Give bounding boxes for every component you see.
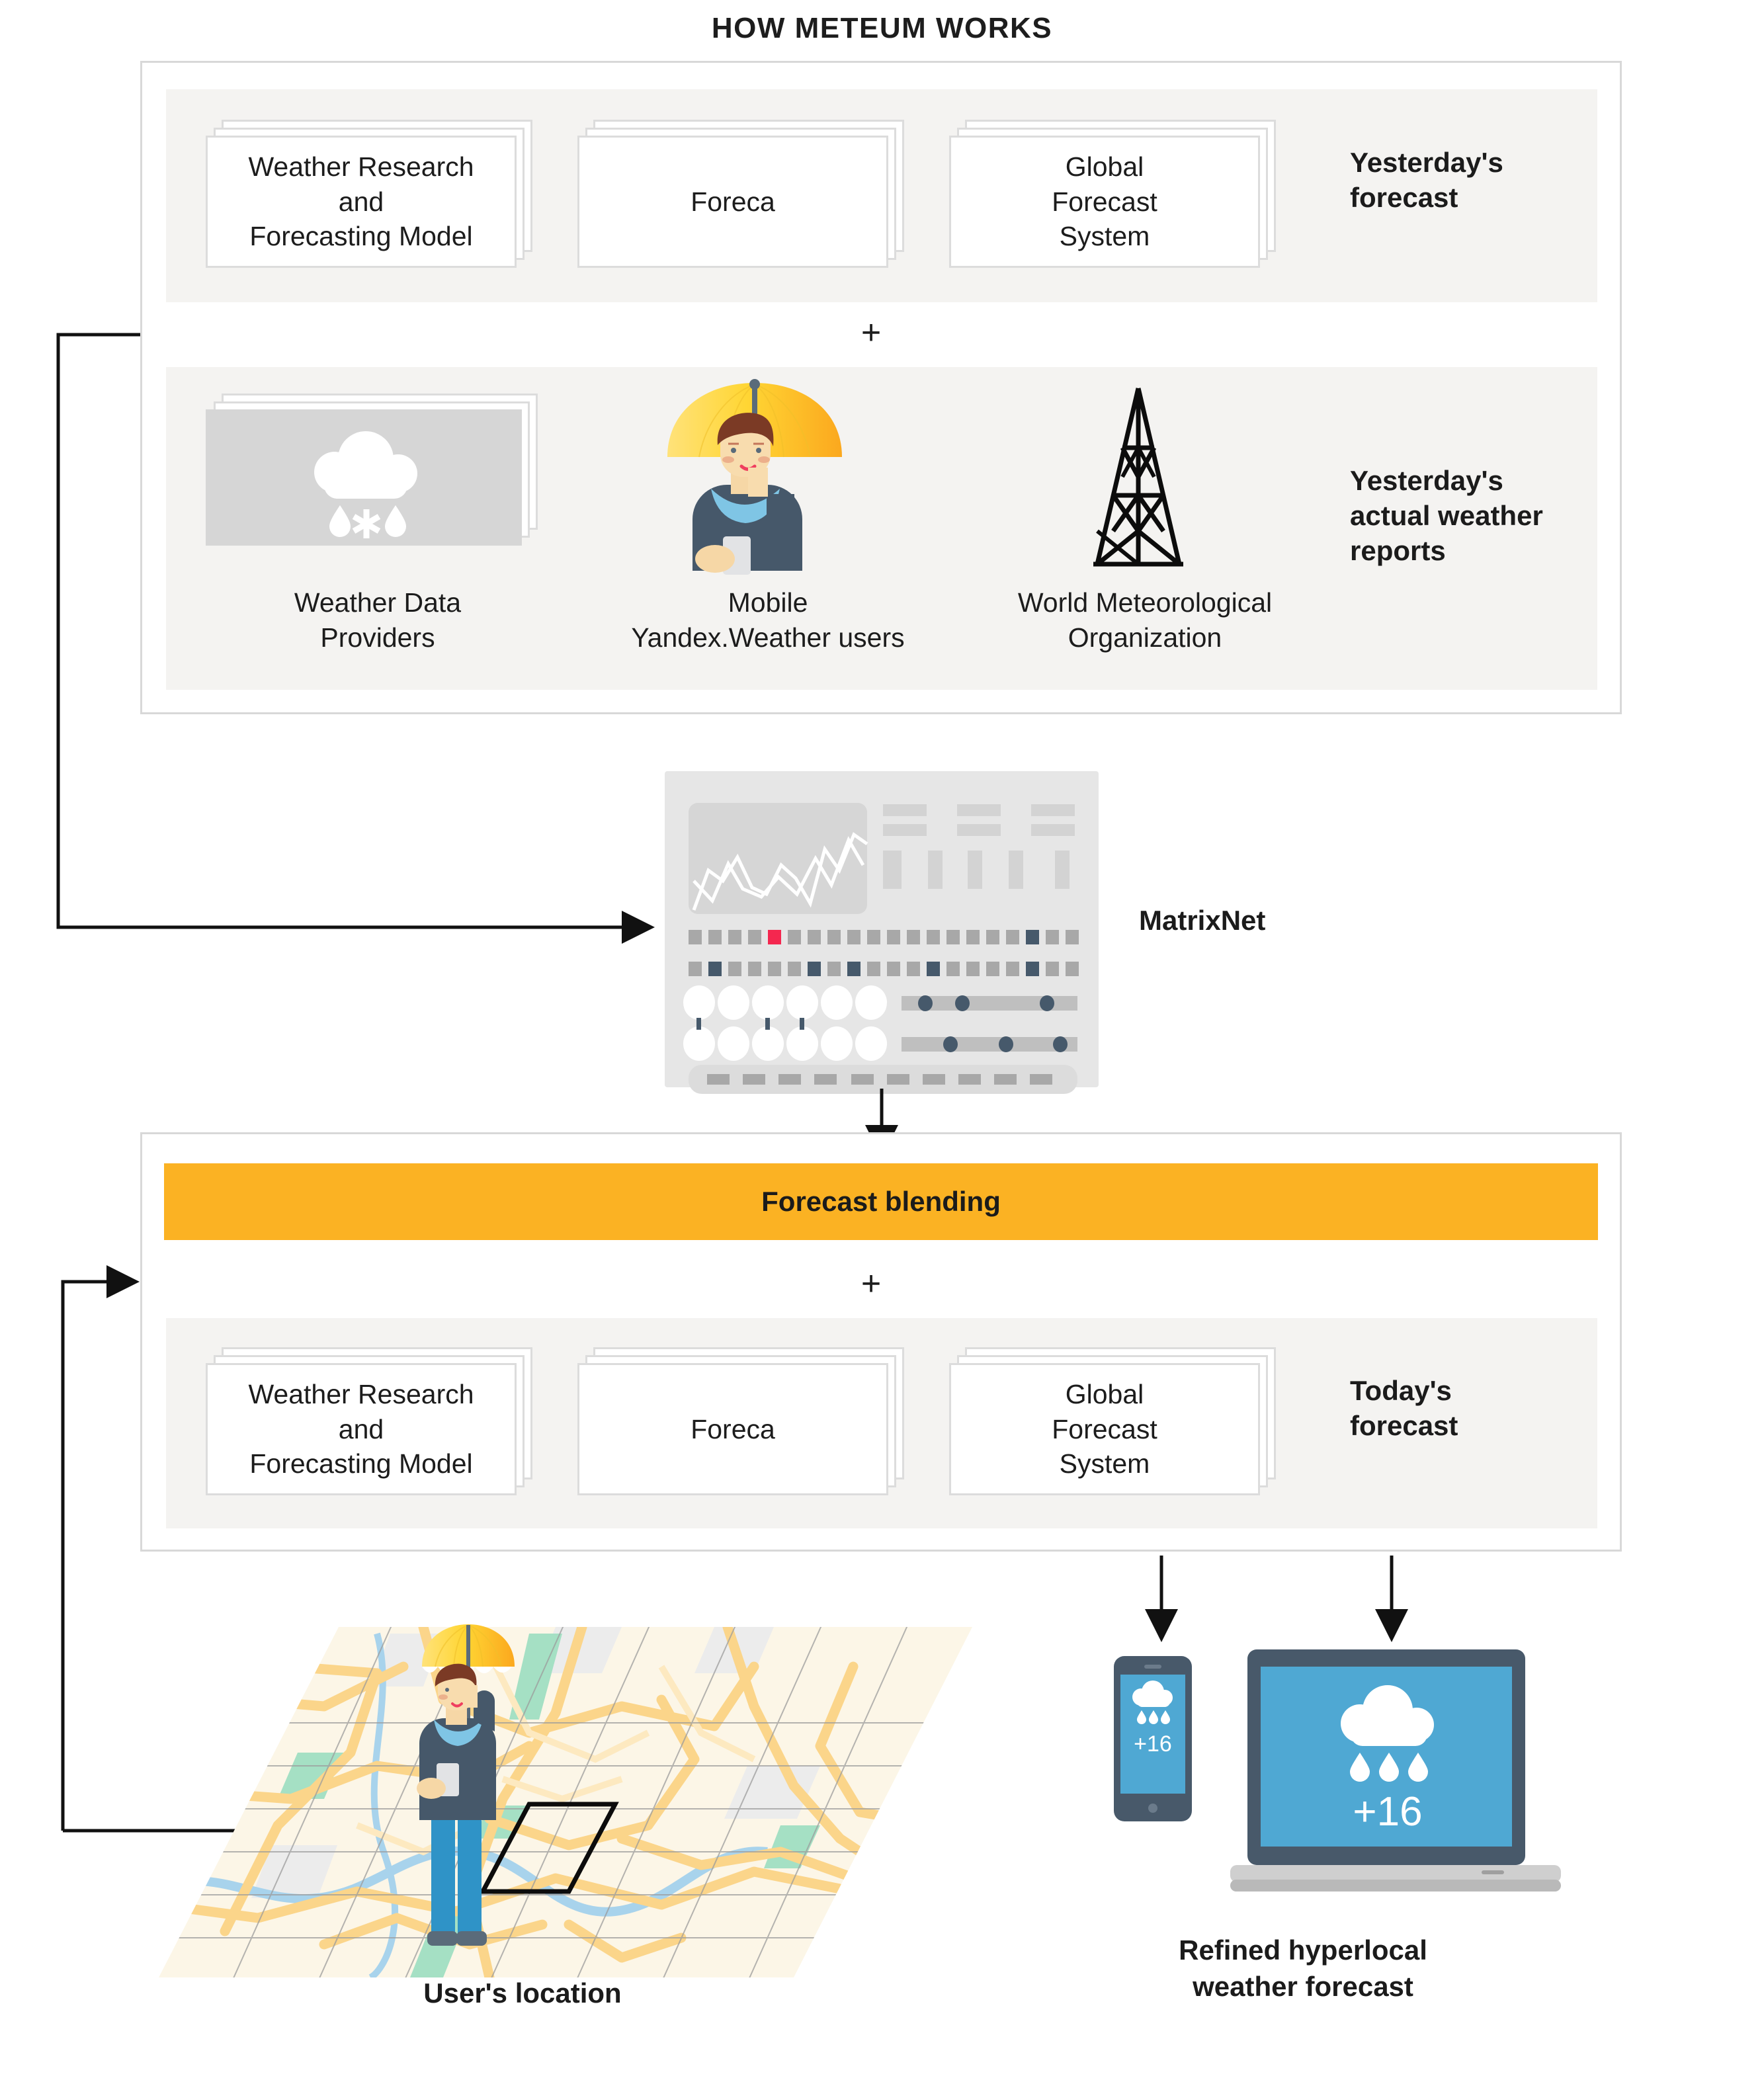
caption-line: Weather Data — [294, 587, 462, 618]
card-foreca[interactable]: Foreca — [577, 1347, 908, 1499]
label-line: actual weather — [1350, 499, 1543, 531]
label-line: Yesterday's — [1350, 147, 1503, 178]
card-face: Global Forecast System — [949, 1363, 1260, 1495]
laptop-device[interactable]: +16 — [1230, 1647, 1561, 1911]
card-line: System — [1059, 221, 1150, 252]
devices-caption: Refined hyperlocal weather forecast — [1058, 1933, 1548, 2005]
card-weather-research-and-forecasting-model[interactable]: Weather Research and Forecasting Model — [206, 1347, 536, 1499]
card-line: Forecast — [1052, 186, 1157, 217]
laptop-base-shadow — [1230, 1880, 1561, 1891]
rain-snow-cloud-icon — [314, 431, 417, 538]
label-line: reports — [1350, 534, 1446, 566]
weather-tower-icon — [1039, 384, 1238, 571]
phone-home-button — [1148, 1804, 1157, 1813]
card-face: Foreca — [577, 136, 888, 268]
card-line: Foreca — [691, 186, 775, 217]
caption-line: Providers — [320, 622, 435, 653]
label-line: Yesterday's — [1350, 465, 1503, 496]
caption-line: Organization — [1068, 622, 1222, 653]
laptop-temperature: +16 — [1353, 1789, 1422, 1835]
card-face: Foreca — [577, 1363, 888, 1495]
caption-line: Mobile — [728, 587, 808, 618]
matrixnet-highlight-cell — [768, 930, 781, 944]
yesterday-forecast-band: Weather Research and Forecasting Model F… — [166, 89, 1597, 302]
caption-line: Yandex.Weather users — [631, 622, 905, 653]
person-on-map-icon — [390, 1622, 589, 1992]
card-global-forecast-system[interactable]: Global Forecast System — [949, 120, 1280, 272]
matrixnet-label: MatrixNet — [1139, 905, 1266, 936]
yesterday-panel: Weather Research and Forecasting Model F… — [140, 61, 1622, 714]
caption-world-meteorological-organization: World Meteorological Organization — [940, 585, 1350, 656]
card-face — [206, 409, 522, 546]
yesterday-actual-band: Weather Data Providers Mobile Yandex.Wea… — [166, 367, 1597, 690]
label-line: forecast — [1350, 181, 1458, 213]
plus-separator-bottom: + — [861, 1265, 882, 1303]
card-line: Weather Research — [248, 1379, 474, 1410]
card-line: Global — [1065, 151, 1144, 183]
card-face: Weather Research and Forecasting Model — [206, 136, 517, 268]
card-face: Weather Research and Forecasting Model — [206, 1363, 517, 1495]
todays-forecast-label: Today's forecast — [1350, 1374, 1628, 1444]
card-line: Global — [1065, 1379, 1144, 1410]
person-with-umbrella-icon — [642, 379, 894, 575]
phone-temperature: +16 — [1134, 1731, 1172, 1757]
label-line: Today's — [1350, 1375, 1452, 1406]
card-line: Forecasting Model — [249, 1448, 473, 1479]
card-weather-data-providers[interactable] — [206, 394, 550, 559]
card-line: System — [1059, 1448, 1150, 1479]
card-line: Forecast — [1052, 1413, 1157, 1444]
card-face: Global Forecast System — [949, 136, 1260, 268]
phone-speaker — [1144, 1665, 1161, 1669]
plus-separator-top: + — [861, 313, 882, 352]
caption-line: weather forecast — [1193, 1970, 1413, 2002]
matrixnet-panel[interactable] — [665, 771, 1099, 1094]
page-title: HOW METEUM WORKS — [711, 12, 1053, 44]
card-line: and — [338, 186, 384, 217]
caption-weather-data-providers: Weather Data Providers — [192, 585, 563, 656]
card-global-forecast-system[interactable]: Global Forecast System — [949, 1347, 1280, 1499]
label-line: forecast — [1350, 1409, 1458, 1441]
yesterday-actual-label: Yesterday's actual weather reports — [1350, 464, 1641, 569]
yesterday-forecast-label: Yesterday's forecast — [1350, 145, 1628, 216]
laptop-trackpad-indicator — [1482, 1870, 1504, 1874]
map-caption: User's location — [423, 1977, 622, 2009]
card-line: Weather Research — [248, 151, 474, 183]
caption-line: Refined hyperlocal — [1179, 1934, 1427, 1966]
phone-device[interactable]: +16 — [1111, 1653, 1217, 1832]
card-line: Forecasting Model — [249, 221, 473, 252]
card-line: and — [338, 1413, 384, 1444]
forecast-blending-bar[interactable]: Forecast blending — [164, 1163, 1598, 1240]
card-foreca[interactable]: Foreca — [577, 120, 908, 272]
card-line: Foreca — [691, 1413, 775, 1444]
connector-location-to-todays-forecast — [61, 1265, 140, 1831]
todays-forecast-band: Weather Research and Forecasting Model F… — [166, 1318, 1597, 1528]
caption-mobile-yandex-weather-users: Mobile Yandex.Weather users — [563, 585, 973, 656]
caption-line: World Meteorological — [1017, 587, 1273, 618]
card-weather-research-and-forecasting-model[interactable]: Weather Research and Forecasting Model — [206, 120, 536, 272]
